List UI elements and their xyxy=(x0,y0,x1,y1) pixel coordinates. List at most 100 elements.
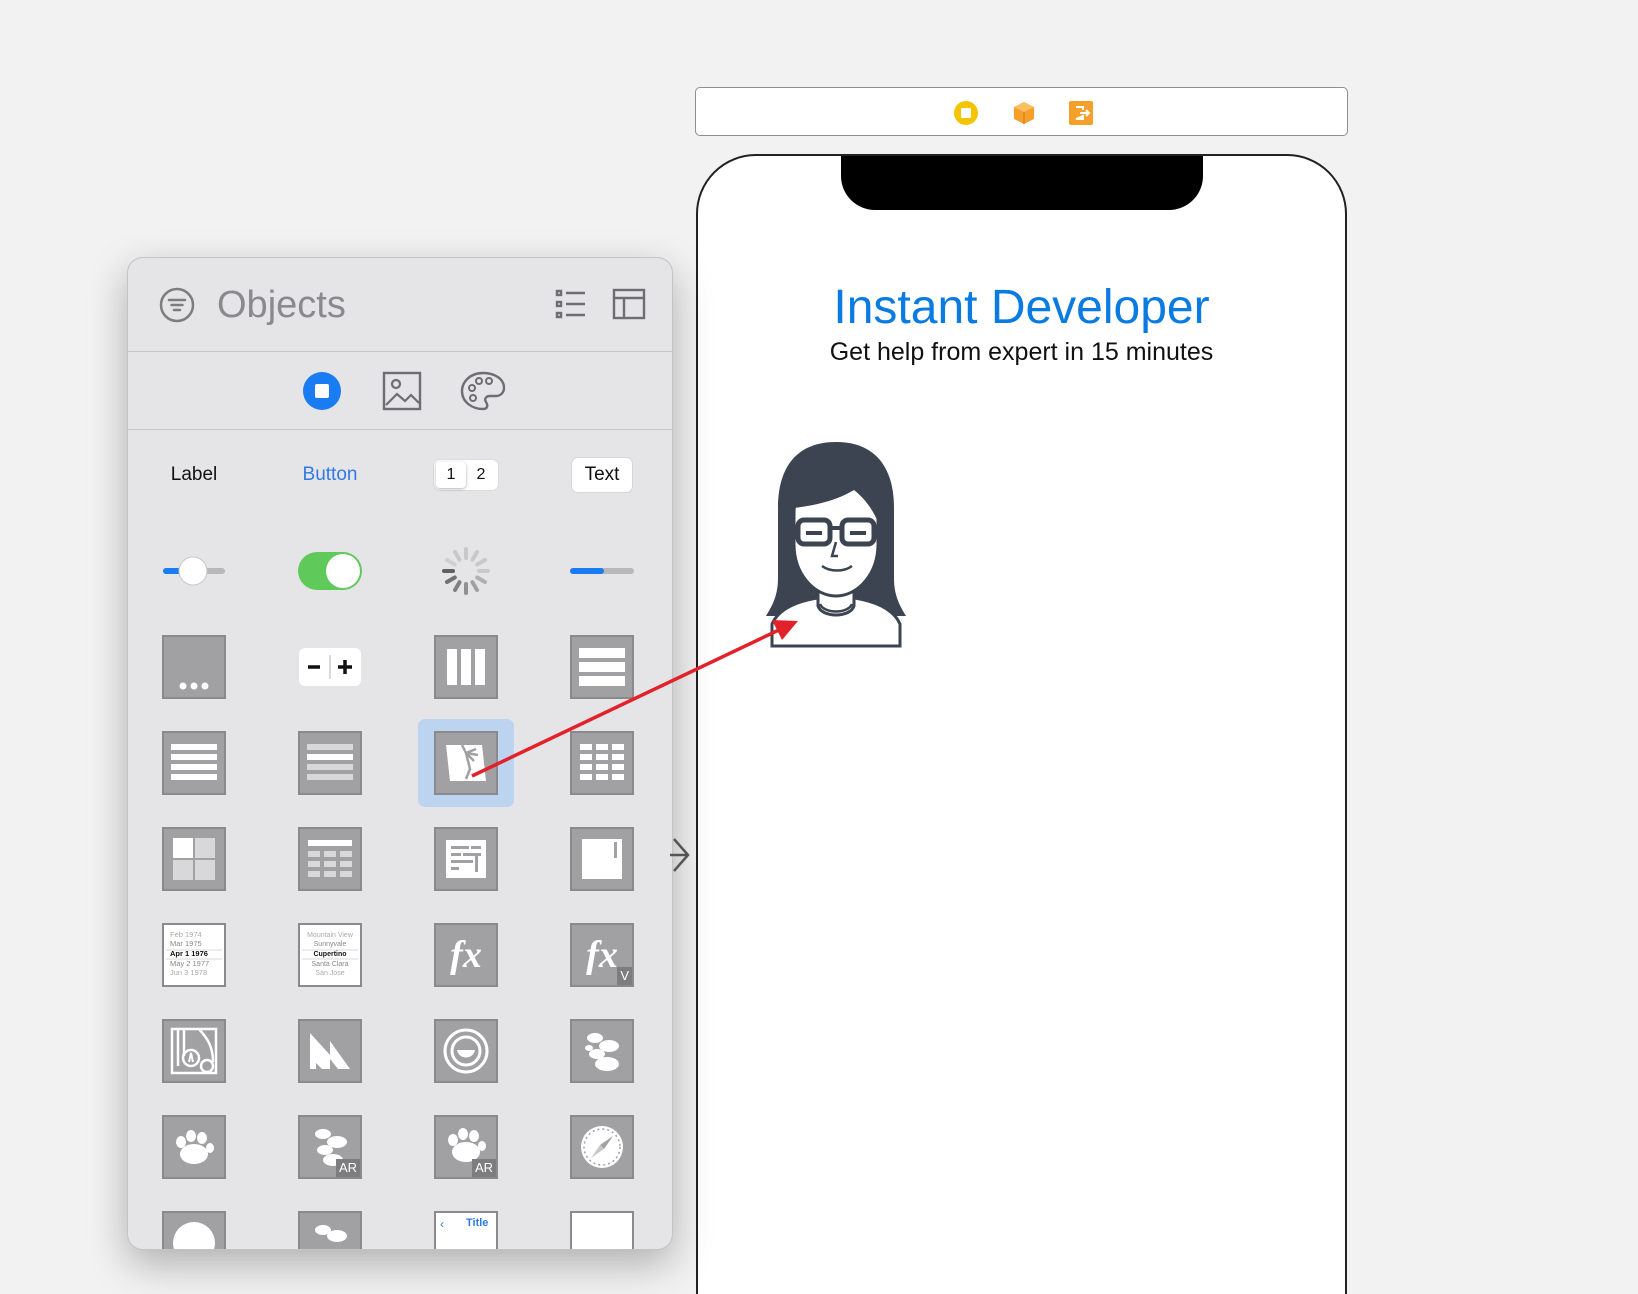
object-navigation-item[interactable] xyxy=(557,1198,647,1249)
object-navigation-bar[interactable]: ‹ Title xyxy=(421,1198,511,1249)
fx-vibrancy-text: fx xyxy=(586,934,618,976)
objects-library-panel: Label Button 1 2 Text xyxy=(127,257,673,1250)
objects-search-input[interactable] xyxy=(217,280,517,330)
object-spritekit-view[interactable] xyxy=(421,1006,511,1096)
object-picker-view[interactable]: Mountain View Sunnyvale Cupertino Santa … xyxy=(285,910,375,1000)
object-text-field[interactable]: Text xyxy=(557,430,647,520)
fx-vibrancy-icon: fx V xyxy=(570,923,634,987)
object-collection-reusable-view[interactable] xyxy=(285,814,375,904)
object-activity-indicator[interactable] xyxy=(421,526,511,616)
vibrancy-badge: V xyxy=(617,967,632,985)
picker-left-1: Feb 1974 xyxy=(170,930,202,939)
picker-right-2: Sunnyvale xyxy=(314,941,347,948)
object-slider[interactable] xyxy=(149,526,239,616)
activity-indicator-icon xyxy=(442,547,490,595)
object-gl-partial[interactable] xyxy=(285,1198,375,1249)
object-image-view[interactable] xyxy=(418,718,514,808)
filter-icon[interactable] xyxy=(159,287,195,323)
picker-right-1: Mountain View xyxy=(307,932,354,939)
object-visual-effect-view[interactable]: fx xyxy=(421,910,511,1000)
object-stack-view-vertical[interactable] xyxy=(557,622,647,712)
arscn-icon: AR xyxy=(298,1115,362,1179)
image-view-icon xyxy=(434,731,498,795)
metalkit-icon xyxy=(298,1019,362,1083)
picker-right-3: Cupertino xyxy=(313,951,346,958)
object-text-view[interactable] xyxy=(421,814,511,904)
objects-segment-icon[interactable] xyxy=(301,370,343,412)
segmented-control-preview: 1 2 xyxy=(434,460,498,490)
scenekit-icon xyxy=(162,1019,226,1083)
object-page-control[interactable] xyxy=(149,622,239,712)
picker-view-icon: Mountain View Sunnyvale Cupertino Santa … xyxy=(298,923,362,987)
chevron-right-icon xyxy=(670,838,690,872)
object-stepper[interactable] xyxy=(285,622,375,712)
button-object-text: Button xyxy=(302,464,358,485)
arsk-icon: AR xyxy=(434,1115,498,1179)
spritekit-icon xyxy=(434,1019,498,1083)
object-clock-partial[interactable] xyxy=(149,1198,239,1249)
object-scenekit-view[interactable] xyxy=(149,1006,239,1096)
nav-back-chevron: ‹ xyxy=(440,1217,444,1231)
object-arskview[interactable]: AR xyxy=(421,1102,511,1192)
object-stack-view-horizontal[interactable] xyxy=(421,622,511,712)
collection-view-icon xyxy=(570,731,634,795)
exit-icon[interactable] xyxy=(1068,100,1094,126)
object-arscnview[interactable]: AR xyxy=(285,1102,375,1192)
table-view-icon xyxy=(162,731,226,795)
object-web-view[interactable] xyxy=(557,1102,647,1192)
text-field-preview: Text xyxy=(571,458,633,492)
picker-right-4: Santa Clara xyxy=(312,961,349,968)
navigation-item-icon xyxy=(570,1211,634,1249)
object-sceneview-ar[interactable] xyxy=(149,1102,239,1192)
picker-left-2: Mar 1975 xyxy=(170,939,202,948)
object-progress-view[interactable] xyxy=(557,526,647,616)
scroll-view-icon xyxy=(570,827,634,891)
page-control-icon xyxy=(162,635,226,699)
avatar-image[interactable] xyxy=(760,438,912,648)
panel-header xyxy=(128,258,672,352)
collection-cell-icon xyxy=(162,827,226,891)
horizontal-stack-icon xyxy=(434,635,498,699)
progress-view-icon xyxy=(570,568,634,574)
text-view-icon xyxy=(434,827,498,891)
object-label[interactable]: Label xyxy=(149,430,239,520)
first-responder-icon[interactable] xyxy=(1011,100,1037,126)
object-metalkit-view[interactable] xyxy=(285,1006,375,1096)
library-segments xyxy=(128,352,672,430)
compass-icon xyxy=(570,1115,634,1179)
app-title[interactable]: Instant Developer xyxy=(698,280,1345,335)
object-collection-view-cell[interactable] xyxy=(149,814,239,904)
object-gl-view[interactable] xyxy=(557,1006,647,1096)
picker-left-5: Jun 3 1978 xyxy=(170,968,207,977)
media-segment-icon[interactable] xyxy=(381,370,423,412)
object-visual-effect-vibrancy[interactable]: fx V xyxy=(557,910,647,1000)
picker-left-4: May 2 1977 xyxy=(170,959,209,968)
phone-canvas: Instant Developer Get help from expert i… xyxy=(696,154,1347,1294)
object-table-view-cell[interactable] xyxy=(285,718,375,808)
segment-2: 2 xyxy=(476,466,486,483)
opengl-icon xyxy=(570,1019,634,1083)
object-date-picker[interactable]: Feb 1974 Mar 1975 Apr 1 1976 May 2 1977 … xyxy=(149,910,239,1000)
fx-icon: fx xyxy=(434,923,498,987)
reusable-view-icon xyxy=(298,827,362,891)
split-view-icon[interactable] xyxy=(612,288,646,320)
object-table-view[interactable] xyxy=(149,718,239,808)
object-switch[interactable] xyxy=(285,526,375,616)
phone-notch xyxy=(841,156,1203,210)
table-cell-icon xyxy=(298,731,362,795)
object-collection-view[interactable] xyxy=(557,718,647,808)
color-palette-icon[interactable] xyxy=(459,370,507,412)
app-subtitle[interactable]: Get help from expert in 15 minutes xyxy=(698,338,1345,367)
list-view-icon[interactable] xyxy=(555,288,587,320)
stepper-icon xyxy=(299,648,361,686)
opengl-partial-icon xyxy=(298,1211,362,1249)
clock-icon xyxy=(162,1211,226,1249)
object-segmented-control[interactable]: 1 2 xyxy=(421,430,511,520)
date-picker-icon: Feb 1974 Mar 1975 Apr 1 1976 May 2 1977 … xyxy=(162,923,226,987)
object-button[interactable]: Button xyxy=(285,430,375,520)
ar-badge-sk: AR xyxy=(471,1159,496,1177)
segment-1: 1 xyxy=(436,462,466,488)
view-controller-icon[interactable] xyxy=(953,100,979,126)
switch-icon xyxy=(298,552,362,590)
object-scroll-view[interactable] xyxy=(557,814,647,904)
